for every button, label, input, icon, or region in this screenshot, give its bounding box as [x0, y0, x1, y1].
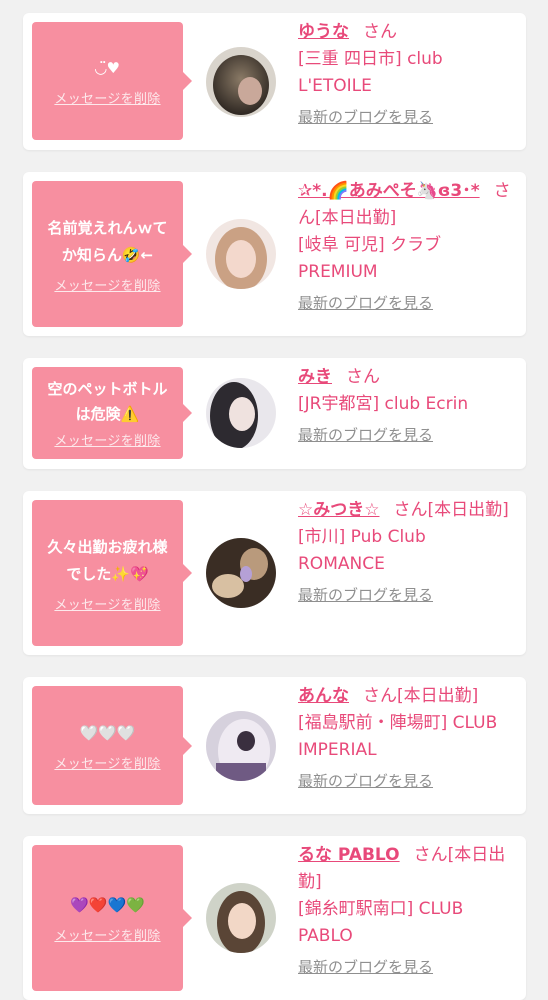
girl-name-link[interactable]: みき — [298, 367, 332, 387]
shop-line: [錦糸町駅南口] CLUB — [298, 899, 464, 919]
latest-blog-link[interactable]: 最新のブログを見る — [298, 582, 433, 609]
girl-name-link[interactable]: ☆みつき☆ — [298, 500, 379, 520]
message-card: 💜❤️💙💚 メッセージを削除 るな PABLO さん[本日出勤] [錦糸町駅南口]… — [23, 836, 526, 1000]
girl-info: ゆうな さん [三重 四日市] club L'ETOILE 最新のブログを見る — [298, 19, 518, 131]
message-text: 🤍🤍🤍 — [79, 723, 136, 742]
avatar[interactable] — [206, 711, 276, 781]
shop-line: [岐阜 可児] クラブ — [298, 235, 442, 255]
message-text: 💜❤️💙💚 — [70, 896, 145, 914]
avatar-photo-icon — [206, 711, 276, 781]
message-text: ◡̈♥ — [95, 59, 120, 77]
girl-info: ☆みつき☆ さん[本日出勤] [市川] Pub Club ROMANCE 最新のブ… — [298, 497, 518, 609]
girl-info: みき さん [JR宇都宮] club Ecrin 最新のブログを見る — [298, 364, 518, 449]
message-list: ◡̈♥ メッセージを削除 ゆうな さん [三重 四日市] club L'ETOIL… — [0, 0, 548, 1000]
girl-name-link[interactable]: ✰*.🌈あみぺそ🦄ɞ3･* — [298, 181, 480, 201]
message-text: 名前覚えれんｗてか知らん🤣← — [47, 218, 168, 264]
latest-blog-link[interactable]: 最新のブログを見る — [298, 954, 433, 981]
message-text: 久々出勤お疲れ様でした✨💖 — [47, 537, 168, 583]
shop-line: ROMANCE — [298, 554, 385, 574]
avatar[interactable] — [206, 219, 276, 289]
shop-line: IMPERIAL — [298, 740, 377, 760]
message-card: 久々出勤お疲れ様でした✨💖 メッセージを削除 ☆みつき☆ さん[本日出勤] [市川… — [23, 491, 526, 655]
message-card: 🤍🤍🤍 メッセージを削除 あんな さん[本日出勤] [福島駅前・陣場町] CLUB… — [23, 677, 526, 814]
honorific: さん — [346, 367, 380, 387]
girl-info: るな PABLO さん[本日出勤] [錦糸町駅南口] CLUB PABLO 最新の… — [298, 842, 518, 981]
avatar-photo-icon — [206, 883, 276, 953]
girl-name-link[interactable]: るな PABLO — [298, 845, 400, 865]
girl-info: あんな さん[本日出勤] [福島駅前・陣場町] CLUB IMPERIAL 最新の… — [298, 683, 518, 795]
shop-line: [福島駅前・陣場町] CLUB — [298, 713, 498, 733]
shop-line: L'ETOILE — [298, 76, 372, 96]
honorific: さん — [363, 22, 397, 42]
shop-line: PABLO — [298, 926, 353, 946]
girl-name-link[interactable]: ゆうな — [298, 22, 349, 42]
latest-blog-link[interactable]: 最新のブログを見る — [298, 104, 433, 131]
girl-info: ✰*.🌈あみぺそ🦄ɞ3･* さん[本日出勤] [岐阜 可児] クラブ PREMIU… — [298, 178, 518, 317]
avatar-photo-icon — [206, 219, 276, 289]
honorific: さん[本日出勤] — [363, 686, 479, 706]
shop-line: [三重 四日市] club — [298, 49, 443, 69]
girl-name-link[interactable]: あんな — [298, 686, 349, 706]
message-bubble: 名前覚えれんｗてか知らん🤣← メッセージを削除 — [32, 181, 192, 327]
message-bubble: 🤍🤍🤍 メッセージを削除 — [32, 686, 192, 805]
message-card: ◡̈♥ メッセージを削除 ゆうな さん [三重 四日市] club L'ETOIL… — [23, 13, 526, 150]
avatar-photo-icon — [206, 378, 276, 448]
message-bubble: ◡̈♥ メッセージを削除 — [32, 22, 192, 140]
honorific: さん[本日出勤] — [393, 500, 509, 520]
delete-message-link[interactable]: メッセージを削除 — [54, 753, 160, 772]
delete-message-link[interactable]: メッセージを削除 — [54, 88, 160, 107]
delete-message-link[interactable]: メッセージを削除 — [54, 275, 160, 294]
delete-message-link[interactable]: メッセージを削除 — [54, 925, 160, 944]
message-text: 空のペットボトルは危険⚠️ — [47, 380, 168, 423]
message-bubble: 💜❤️💙💚 メッセージを削除 — [32, 845, 192, 991]
latest-blog-link[interactable]: 最新のブログを見る — [298, 422, 433, 449]
shop-line: [市川] Pub Club — [298, 527, 426, 547]
avatar-photo-icon — [206, 47, 276, 117]
shop-line: PREMIUM — [298, 262, 378, 282]
message-card: 名前覚えれんｗてか知らん🤣← メッセージを削除 ✰*.🌈あみぺそ🦄ɞ3･* さん[… — [23, 172, 526, 336]
avatar[interactable] — [206, 378, 276, 448]
avatar[interactable] — [206, 883, 276, 953]
latest-blog-link[interactable]: 最新のブログを見る — [298, 768, 433, 795]
avatar[interactable] — [206, 47, 276, 117]
message-bubble: 空のペットボトルは危険⚠️ メッセージを削除 — [32, 367, 192, 459]
delete-message-link[interactable]: メッセージを削除 — [54, 594, 160, 613]
delete-message-link[interactable]: メッセージを削除 — [54, 430, 160, 449]
shop-line: [JR宇都宮] club Ecrin — [298, 394, 469, 414]
message-bubble: 久々出勤お疲れ様でした✨💖 メッセージを削除 — [32, 500, 192, 646]
avatar[interactable] — [206, 538, 276, 608]
message-card: 空のペットボトルは危険⚠️ メッセージを削除 みき さん [JR宇都宮] club… — [23, 358, 526, 469]
avatar-photo-icon — [206, 538, 276, 608]
latest-blog-link[interactable]: 最新のブログを見る — [298, 290, 433, 317]
